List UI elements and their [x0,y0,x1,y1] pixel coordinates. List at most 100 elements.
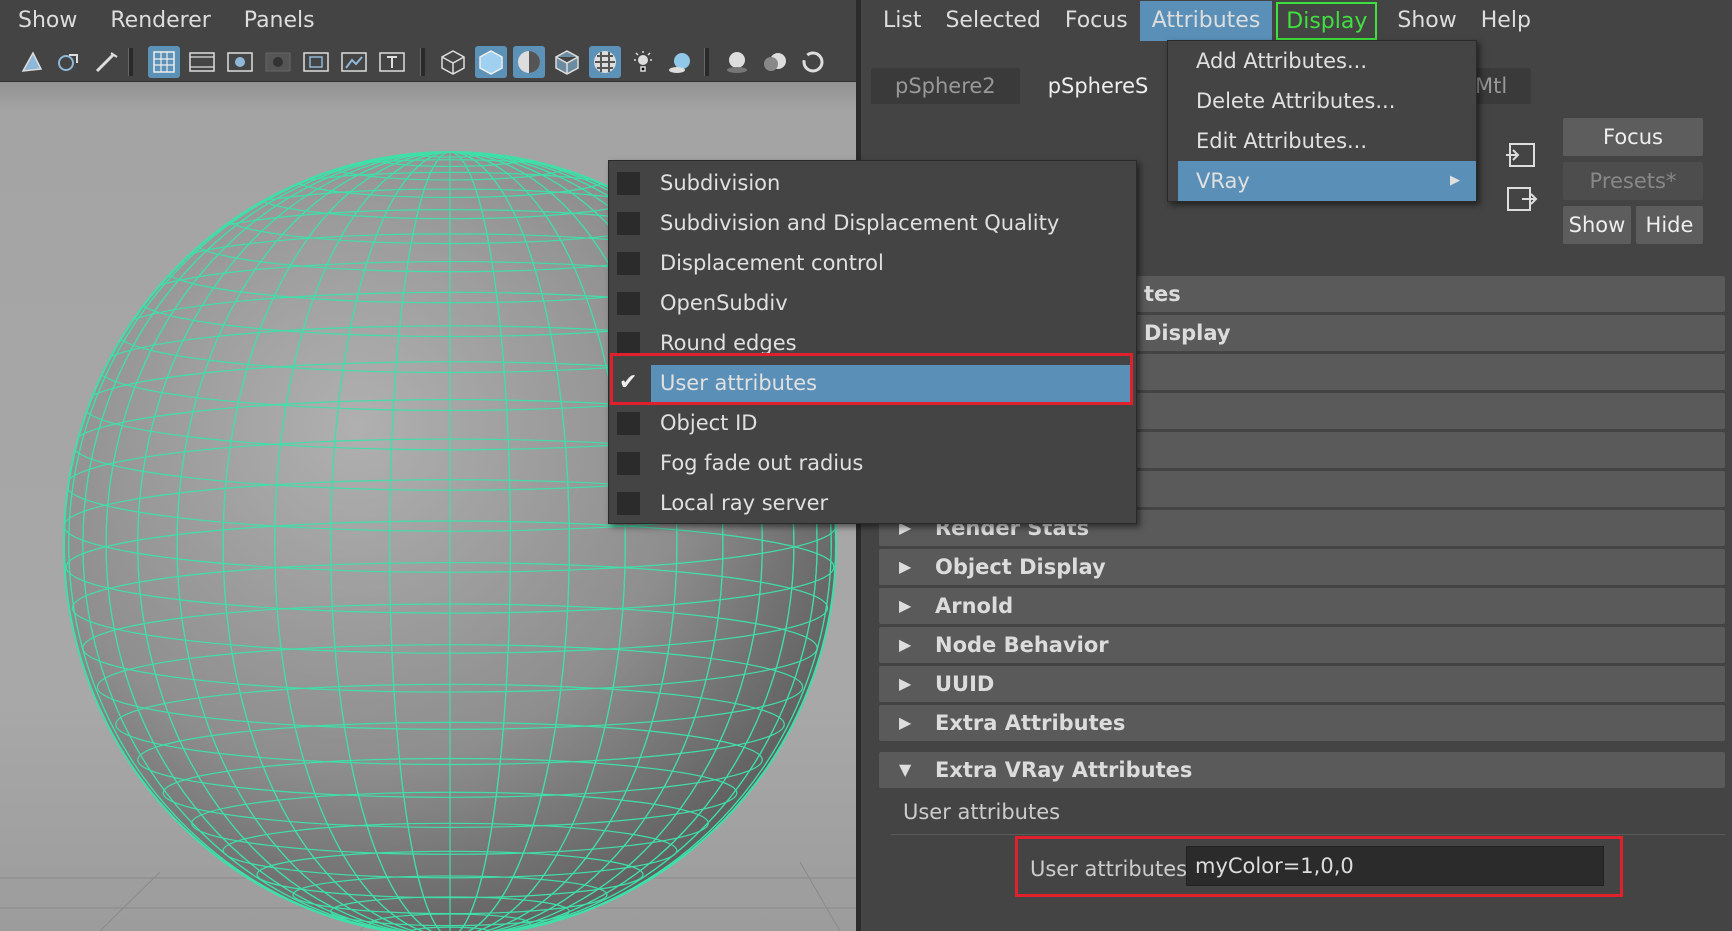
checkbox[interactable] [617,492,640,515]
load-attributes-icon[interactable] [1504,140,1538,170]
menu-item-label: Subdivision and Displacement Quality [660,211,1060,235]
safe-title-icon[interactable] [376,46,408,78]
section-arnold[interactable]: ▶ Arnold [879,588,1725,624]
expand-arrow-icon: ▶ [899,674,912,693]
menu-item-delete-attributes[interactable]: Delete Attributes... [1178,81,1476,121]
expand-arrow-icon: ▶ [899,635,912,654]
vray-item-fog-fade-out-radius[interactable]: Fog fade out radius [609,443,1136,483]
section-uuid[interactable]: ▶ UUID [879,666,1725,702]
highlight-box-user-attributes-item [610,353,1133,405]
safe-action-icon[interactable] [338,46,370,78]
checkbox[interactable] [617,332,640,355]
section-extra-attributes[interactable]: ▶ Extra Attributes [879,705,1725,741]
viewport-menu-show[interactable]: Show [0,0,92,42]
lights-icon[interactable] [627,46,659,78]
checkbox[interactable] [617,252,640,275]
section-label: tes [1144,282,1181,306]
viewport-menu-panels[interactable]: Panels [226,0,330,42]
show-button[interactable]: Show [1563,206,1631,244]
toolbar-separator [704,48,709,76]
section-label: Display [1144,321,1231,345]
shadows-icon[interactable] [664,46,696,78]
film-gate-icon[interactable] [186,46,218,78]
menu-item-label: Object ID [660,411,758,435]
use-default-material-icon[interactable] [513,46,545,78]
toolbar-separator [128,48,133,76]
section-node-behavior[interactable]: ▶ Node Behavior [879,627,1725,663]
attributes-dropdown-menu: Add Attributes... Delete Attributes... E… [1167,40,1477,202]
vray-item-object-id[interactable]: Object ID [609,403,1136,443]
section-label: Extra VRay Attributes [935,758,1193,782]
viewport-menu-renderer[interactable]: Renderer [92,0,225,42]
vray-item-displacement-control[interactable]: Displacement control [609,243,1136,283]
vray-submenu: Subdivision Subdivision and Displacement… [608,160,1137,524]
viewport-menubar: Show Renderer Panels [0,0,856,42]
expand-arrow-icon: ▶ [899,596,912,615]
ae-menu-show[interactable]: Show [1385,1,1468,41]
textured-icon[interactable] [589,46,621,78]
anti-aliasing-icon[interactable] [797,46,829,78]
vray-item-subdivision[interactable]: Subdivision [609,163,1136,203]
wireframe-on-shaded-icon[interactable] [551,46,583,78]
screen-space-ao-icon[interactable] [721,46,753,78]
menu-item-vray[interactable]: VRay ▶ [1178,161,1476,201]
resolution-gate-icon[interactable] [224,46,256,78]
section-label: Arnold [935,594,1014,618]
menu-item-label: VRay [1196,169,1250,193]
menu-item-label: Local ray server [660,491,829,515]
checkbox[interactable] [617,172,640,195]
section-label: Node Behavior [935,633,1109,657]
checkbox[interactable] [617,412,640,435]
focus-button[interactable]: Focus [1563,118,1703,156]
checkbox[interactable] [617,452,640,475]
ae-menu-attributes[interactable]: Attributes [1139,1,1273,41]
menu-item-add-attributes[interactable]: Add Attributes... [1178,41,1476,81]
menu-item-label: Subdivision [660,171,781,195]
grid-icon[interactable] [148,46,180,78]
field-chart-icon[interactable] [300,46,332,78]
ae-menu-display[interactable]: Display [1276,2,1378,40]
section-label: UUID [935,672,995,696]
camera-attributes-icon[interactable] [90,46,122,78]
group-divider [891,834,1725,835]
wireframe-icon[interactable] [437,46,469,78]
ae-menubar: List Selected Focus Attributes Display S… [861,0,1732,42]
copy-tab-icon[interactable] [1504,184,1538,214]
section-label: Extra Attributes [935,711,1126,735]
ae-menu-focus[interactable]: Focus [1053,1,1140,41]
ae-menu-help[interactable]: Help [1469,1,1543,41]
vray-item-subdivision-displacement-quality[interactable]: Subdivision and Displacement Quality [609,203,1136,243]
menu-item-label: OpenSubdiv [660,291,788,315]
menu-item-edit-attributes[interactable]: Edit Attributes... [1178,121,1476,161]
submenu-arrow-icon: ▶ [1450,173,1460,188]
checkbox[interactable] [617,292,640,315]
toolbar-separator [420,48,425,76]
tab-psphereshape[interactable]: pSphereS [1023,68,1173,104]
menu-item-label: Fog fade out radius [660,451,864,475]
expand-arrow-icon: ▶ [899,713,912,732]
node-tabs: pSphere2 pSphereS [871,68,1176,104]
smooth-shade-icon[interactable] [475,46,507,78]
user-attributes-group-label: User attributes [903,800,1061,824]
user-attributes-input[interactable]: myColor=1,0,0 [1186,846,1604,886]
presets-button[interactable]: Presets* [1563,162,1703,200]
tab-psphere2[interactable]: pSphere2 [871,68,1020,104]
gate-mask-icon[interactable] [262,46,294,78]
expand-arrow-icon: ▶ [899,557,912,576]
tab-material[interactable]: Mtl [1469,68,1532,104]
lock-camera-icon[interactable] [52,46,84,78]
motion-blur-icon[interactable] [759,46,791,78]
menu-item-label: Displacement control [660,251,884,275]
vray-item-local-ray-server[interactable]: Local ray server [609,483,1136,523]
ae-menu-list[interactable]: List [871,1,933,41]
section-extra-vray-attributes[interactable]: ▼ Extra VRay Attributes [879,752,1725,788]
section-object-display[interactable]: ▶ Object Display [879,549,1725,585]
hide-button[interactable]: Hide [1636,206,1703,244]
collapse-arrow-icon: ▼ [899,760,912,779]
section-label: Object Display [935,555,1106,579]
checkbox[interactable] [617,212,640,235]
user-attributes-field-label: User attributes [1030,857,1188,881]
ae-menu-selected[interactable]: Selected [933,1,1052,41]
vray-item-opensubdiv[interactable]: OpenSubdiv [609,283,1136,323]
select-camera-icon[interactable] [16,46,48,78]
